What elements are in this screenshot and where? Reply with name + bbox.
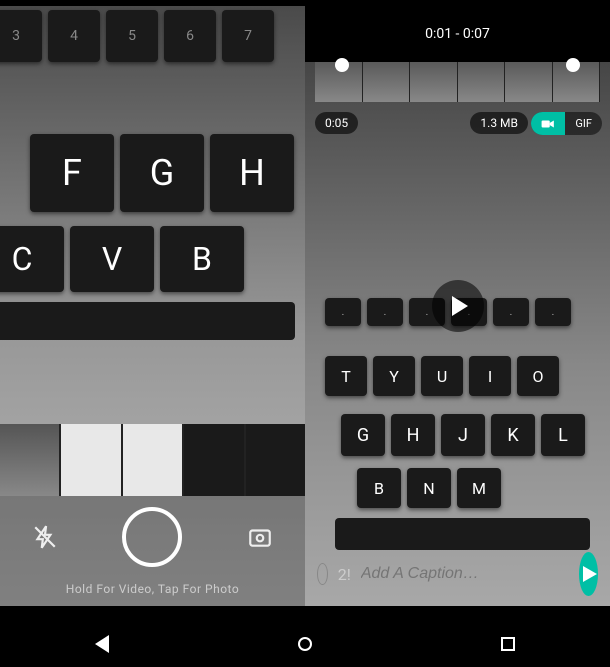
output-format-toggle[interactable]: GIF (531, 112, 602, 135)
camera-capture-screen: 3 4 5 6 7 F G H C V B ︿ (0, 6, 305, 606)
viewfinder-key: 5 (106, 10, 158, 62)
recent-media-strip[interactable] (0, 424, 305, 496)
viewfinder-key: 7 (222, 10, 274, 62)
preview-key: N (407, 468, 451, 508)
media-thumbnail[interactable] (123, 424, 182, 496)
play-button[interactable] (432, 280, 484, 332)
preview-key: U (421, 356, 463, 396)
video-mode-button[interactable] (531, 112, 565, 135)
viewfinder-key: 6 (164, 10, 216, 62)
play-icon (452, 296, 468, 316)
viewfinder-key: F (30, 134, 114, 212)
viewfinder-key: 3 (0, 10, 42, 62)
media-thumbnail[interactable] (61, 424, 120, 496)
video-camera-icon (541, 119, 555, 129)
nav-back-button[interactable] (95, 635, 109, 653)
viewfinder-key: V (70, 226, 154, 292)
viewfinder-key: B (160, 226, 244, 292)
preview-key: I (469, 356, 511, 396)
trim-range-label: 0:01 - 0:07 (305, 6, 610, 62)
flash-off-icon[interactable] (32, 524, 58, 550)
viewfinder-key: H (210, 134, 294, 212)
capture-hint-label: Hold For Video, Tap For Photo (0, 578, 305, 606)
preview-key: H (391, 414, 435, 456)
caption-bar: 2! (305, 542, 610, 606)
preview-key: J (441, 414, 485, 456)
video-trim-screen: 0:01 - 0:07 0:05 1.3 MB GIF ...... T Y U… (305, 6, 610, 606)
preview-key: O (517, 356, 559, 396)
android-navbar (0, 621, 610, 667)
preview-key: G (341, 414, 385, 456)
preview-key: K (491, 414, 535, 456)
caption-prefix: 2! (338, 565, 351, 584)
preview-key: T (325, 356, 367, 396)
viewfinder-key: 4 (48, 10, 100, 62)
duration-badge: 0:05 (315, 112, 358, 134)
viewfinder-spacebar (0, 302, 295, 340)
media-thumbnail[interactable] (0, 424, 59, 496)
trim-scrubber[interactable] (315, 62, 600, 102)
send-icon (583, 566, 597, 582)
caption-input[interactable] (361, 565, 569, 583)
viewfinder-key: C (0, 226, 64, 292)
video-preview: ...... T Y U I O G H J K L B N M (305, 146, 610, 606)
preview-key: Y (373, 356, 415, 396)
media-thumbnail[interactable] (246, 424, 305, 496)
send-button[interactable] (579, 552, 598, 596)
trim-start-handle[interactable] (335, 58, 349, 72)
camera-controls: Hold For Video, Tap For Photo (0, 424, 305, 606)
filesize-badge: 1.3 MB (470, 112, 528, 134)
media-thumbnail[interactable] (184, 424, 243, 496)
preview-key: M (457, 468, 501, 508)
trim-end-handle[interactable] (566, 58, 580, 72)
nav-home-button[interactable] (298, 637, 312, 651)
emoji-picker-icon[interactable] (317, 563, 328, 585)
preview-key: B (357, 468, 401, 508)
gif-mode-button[interactable]: GIF (565, 112, 602, 135)
nav-recent-button[interactable] (501, 637, 515, 651)
preview-key: L (541, 414, 585, 456)
shutter-button[interactable] (122, 507, 182, 567)
switch-camera-icon[interactable] (247, 524, 273, 550)
viewfinder-key: G (120, 134, 204, 212)
